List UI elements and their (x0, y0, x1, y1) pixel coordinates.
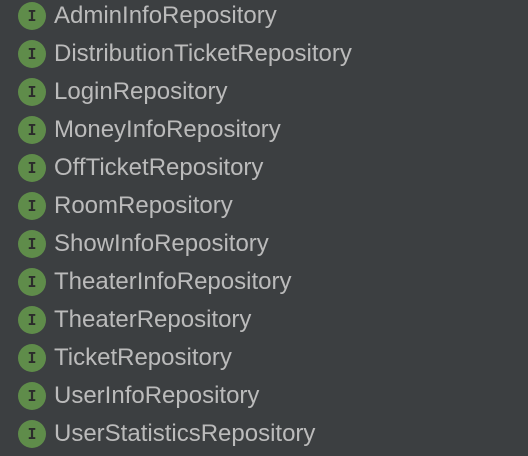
interface-icon: I (18, 268, 46, 296)
tree-item-label: LoginRepository (54, 78, 228, 105)
tree-item-ticketrepository[interactable]: I TicketRepository (0, 339, 528, 377)
interface-icon: I (18, 40, 46, 68)
interface-icon: I (18, 116, 46, 144)
interface-icon: I (18, 2, 46, 30)
tree-item-showinforepository[interactable]: I ShowInfoRepository (0, 225, 528, 263)
tree-item-loginrepository[interactable]: I LoginRepository (0, 73, 528, 111)
tree-item-label: MoneyInfoRepository (54, 116, 281, 143)
tree-item-label: TicketRepository (54, 344, 232, 371)
tree-item-label: ShowInfoRepository (54, 230, 269, 257)
tree-item-roomrepository[interactable]: I RoomRepository (0, 187, 528, 225)
tree-item-userinforepository[interactable]: I UserInfoRepository (0, 377, 528, 415)
project-tree: I AdminInfoRepository I DistributionTick… (0, 0, 528, 456)
tree-item-theaterrepository[interactable]: I TheaterRepository (0, 301, 528, 339)
interface-icon: I (18, 420, 46, 448)
tree-item-label: UserStatisticsRepository (54, 420, 316, 447)
tree-item-label: RoomRepository (54, 192, 233, 219)
interface-icon: I (18, 230, 46, 258)
interface-icon: I (18, 154, 46, 182)
interface-icon: I (18, 382, 46, 410)
interface-icon: I (18, 192, 46, 220)
tree-item-label: DistributionTicketRepository (54, 40, 352, 67)
interface-icon: I (18, 306, 46, 334)
tree-item-label: TheaterInfoRepository (54, 268, 292, 295)
tree-item-label: UserInfoRepository (54, 382, 260, 409)
interface-icon: I (18, 78, 46, 106)
tree-item-moneyinforepository[interactable]: I MoneyInfoRepository (0, 111, 528, 149)
tree-item-theaterinforepository[interactable]: I TheaterInfoRepository (0, 263, 528, 301)
tree-item-offticketrepository[interactable]: I OffTicketRepository (0, 149, 528, 187)
tree-item-label: TheaterRepository (54, 306, 252, 333)
tree-item-label: AdminInfoRepository (54, 2, 277, 29)
tree-item-label: OffTicketRepository (54, 154, 264, 181)
interface-icon: I (18, 344, 46, 372)
tree-item-admininforepository[interactable]: I AdminInfoRepository (0, 0, 528, 35)
tree-item-userstatisticsrepository[interactable]: I UserStatisticsRepository (0, 415, 528, 453)
tree-item-distributionticketrepository[interactable]: I DistributionTicketRepository (0, 35, 528, 73)
